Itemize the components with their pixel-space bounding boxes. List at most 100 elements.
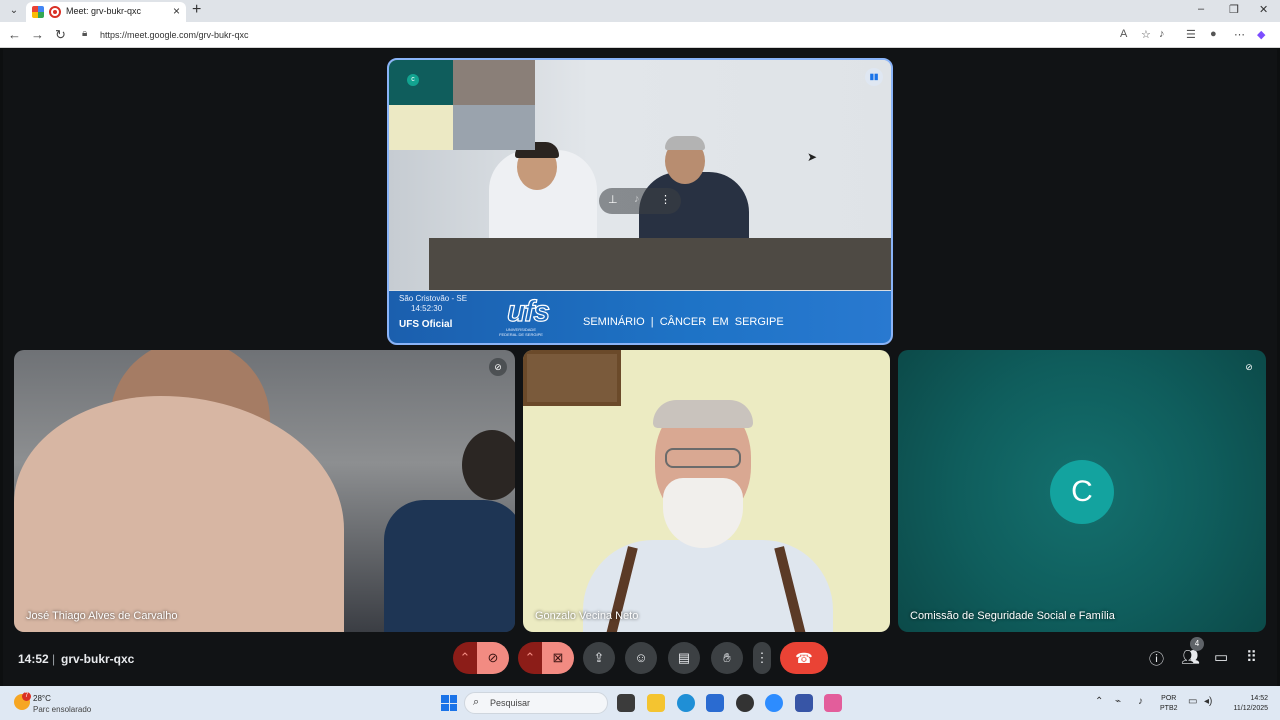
audio-options-button[interactable]: ⌃ — [453, 642, 477, 674]
thumb-gonzalo — [389, 105, 453, 150]
participant-name: José Thiago Alves de Carvalho — [26, 610, 178, 622]
ufs-logo-subtitle: UNIVERSIDADE FEDERAL DE SERGIPE — [499, 327, 543, 337]
weather-condition: Parc ensolarado — [33, 705, 92, 714]
snipping-tool-icon[interactable] — [824, 694, 842, 712]
system-clock[interactable]: 14:52 11/12/2025 — [1224, 694, 1268, 714]
present-screen-icon: ⇪ — [593, 650, 605, 665]
present-button[interactable]: ⇪ — [583, 642, 615, 674]
language-code: POR — [1161, 695, 1177, 702]
close-window-icon[interactable]: ✕ — [1259, 3, 1268, 16]
mic-off-icon: ⊘ — [1245, 362, 1253, 372]
leave-call-button[interactable]: ☎ — [780, 642, 828, 674]
reactions-button[interactable]: ☺ — [625, 642, 657, 674]
video-options-button[interactable]: ⌃ — [518, 642, 542, 674]
microphone-tray-icon[interactable]: ♪ — [1138, 696, 1143, 707]
camera-button[interactable]: ⊠ — [542, 642, 574, 674]
captions-button[interactable]: ▤ — [668, 642, 700, 674]
meeting-clock: 14:52 — [18, 652, 49, 666]
forward-icon[interactable]: → — [31, 27, 44, 42]
emoji-icon: ☺ — [634, 650, 648, 665]
restore-icon[interactable]: ❐ — [1229, 3, 1239, 16]
display-icon[interactable]: ▭ — [1188, 696, 1197, 707]
stage-person-right-hair — [665, 136, 705, 150]
copilot-icon[interactable]: ◆ — [1257, 28, 1265, 41]
more-options-button[interactable]: ⋮ — [753, 642, 771, 674]
meet-favicon-icon — [32, 6, 44, 18]
mute-participant-icon[interactable]: ♪ — [634, 193, 640, 205]
participant-video-shirt — [384, 500, 515, 632]
overlay-time: 14:52:30 — [411, 304, 443, 313]
url-field[interactable]: 🔒︎ https://meet.google.com/grv-bukr-qxc — [78, 25, 1176, 45]
task-view-icon[interactable] — [617, 694, 635, 712]
thumb-room — [453, 105, 535, 150]
meeting-code: grv-bukr-qxc — [61, 652, 135, 666]
avatar: C — [1050, 460, 1114, 524]
close-tab-icon[interactable]: × — [173, 4, 180, 18]
show-hidden-icons-icon[interactable]: ⌃ — [1095, 696, 1103, 707]
teams-icon[interactable] — [795, 694, 813, 712]
participant-video-second-person — [462, 430, 515, 500]
participant-tile-commission[interactable]: ⊘ C Comissão de Seguridade Social e Famí… — [898, 350, 1266, 632]
new-tab-icon[interactable]: + — [192, 1, 201, 19]
site-info-icon[interactable]: 🔒︎ — [82, 28, 87, 39]
thumb-avatar-icon: c — [407, 74, 419, 86]
microphone-button[interactable]: ⊘ — [477, 642, 509, 674]
search-placeholder: Pesquisar — [490, 698, 531, 708]
participant-name: Gonzalo Vecina Neto — [535, 610, 639, 622]
edge-icon[interactable] — [677, 694, 695, 712]
store-icon[interactable] — [706, 694, 724, 712]
read-aloud-icon[interactable]: A — [1120, 28, 1127, 40]
browser-tab[interactable]: Meet: grv-bukr-qxc × — [26, 2, 186, 22]
tab-list-icon[interactable]: ⌄ — [6, 3, 22, 19]
thumb-commission: c — [389, 60, 453, 105]
file-explorer-icon[interactable] — [647, 694, 665, 712]
participant-name: Comissão de Seguridade Social e Família — [910, 610, 1115, 622]
thumb-car — [453, 60, 535, 105]
camera-off-icon: ⊠ — [552, 650, 564, 665]
more-menu-icon[interactable]: ⋯ — [1234, 28, 1245, 41]
tile-more-icon[interactable]: ⋮ — [660, 193, 671, 206]
raise-hand-button[interactable]: ✋︎ — [711, 642, 743, 674]
network-icon[interactable]: ⌁ — [1115, 696, 1121, 707]
weather-alert-badge: 7 — [22, 692, 31, 701]
broadcast-title: SEMINÁRIO | CÂNCER EM SERGIPE — [583, 316, 784, 328]
channel-name: UFS Oficial — [399, 319, 453, 330]
mic-off-icon: ⊘ — [489, 358, 507, 376]
participant-video-picture-frame — [523, 350, 621, 406]
stage-table — [429, 238, 891, 290]
profile-icon[interactable]: ● — [1210, 28, 1217, 40]
activities-icon[interactable]: ⠿ — [1246, 648, 1257, 666]
pin-icon[interactable]: ⊥ — [608, 193, 618, 206]
start-menu-icon[interactable] — [441, 695, 457, 711]
speaking-indicator-icon: ▮▮ — [865, 68, 883, 86]
temperature: 28°C — [33, 694, 51, 703]
language-indicator[interactable]: POR PTB2 — [1160, 694, 1178, 714]
mic-permission-icon[interactable]: ♪ — [1159, 28, 1165, 40]
minimize-icon[interactable]: – — [1198, 3, 1204, 15]
main-stage-tile[interactable]: c ⊥ ♪ ⋮ ➤ ▮▮ São Cristovão - SE 14:52:30… — [387, 58, 893, 345]
overlay-city: São Cristovão - SE — [399, 294, 468, 303]
volume-icon[interactable]: ◂) — [1204, 696, 1212, 707]
address-bar: ← → ↻ 🔒︎ https://meet.google.com/grv-buk… — [0, 22, 1280, 48]
favorites-bar-icon[interactable]: ☰ — [1186, 28, 1196, 41]
back-icon[interactable]: ← — [8, 27, 21, 42]
captions-icon: ▤ — [677, 650, 691, 665]
participant-tile-jose[interactable]: ⊘ José Thiago Alves de Carvalho — [14, 350, 515, 632]
hangup-icon: ☎ — [795, 650, 813, 666]
hand-icon: ✋︎ — [723, 650, 731, 665]
tile-hover-controls: ⊥ ♪ ⋮ — [599, 188, 681, 214]
participant-tile-gonzalo[interactable]: Gonzalo Vecina Neto — [523, 350, 890, 632]
windows-taskbar: 7 28°C Parc ensolarado ⌕ Pesquisar ⌃ ⌁ ♪… — [0, 686, 1280, 720]
taskbar-search[interactable]: ⌕ Pesquisar — [464, 692, 608, 714]
meeting-info-icon[interactable]: ⓘ — [1149, 648, 1164, 669]
reload-icon[interactable]: ↻ — [55, 27, 66, 43]
chrome-icon[interactable] — [736, 694, 754, 712]
favorite-icon[interactable]: ☆ — [1141, 28, 1151, 41]
chat-icon[interactable]: ▭ — [1214, 648, 1228, 666]
shared-screen-thumbnails: c — [389, 60, 535, 152]
more-vertical-icon: ⋮ — [755, 650, 769, 665]
divider: | — [52, 652, 56, 666]
participant-video-glasses — [665, 448, 741, 468]
chevron-up-icon: ⌃ — [524, 650, 536, 665]
zoom-icon[interactable] — [765, 694, 783, 712]
